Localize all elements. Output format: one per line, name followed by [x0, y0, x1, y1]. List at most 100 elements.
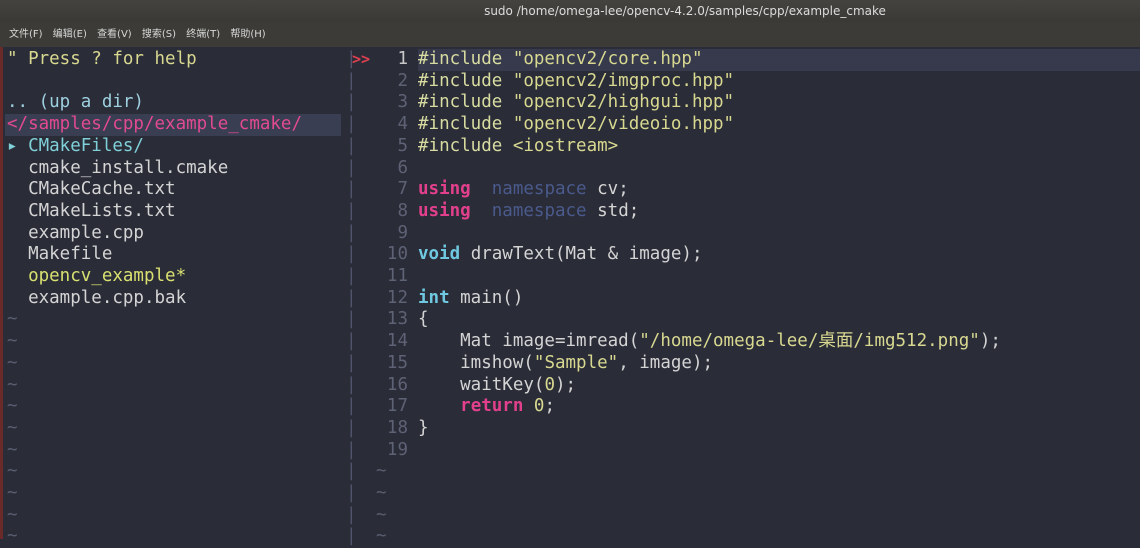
code-line[interactable]: #include "opencv2/highgui.hpp" — [418, 92, 734, 114]
empty-line-tilde: ~ — [7, 396, 18, 417]
tree-file-item[interactable]: Makefile — [7, 244, 112, 266]
code-line[interactable]: { — [418, 309, 429, 331]
empty-line-tilde: ~ — [376, 526, 387, 547]
pane-separator[interactable]: | — [346, 526, 357, 548]
code-line[interactable]: void drawText(Mat & image); — [418, 244, 702, 266]
code-token: main() — [449, 287, 524, 308]
tree-up-dir[interactable]: .. (up a dir) — [7, 92, 144, 114]
code-line[interactable]: Mat image=imread("/home/omega-lee/桌面/img… — [418, 331, 1001, 353]
code-line[interactable]: imshow("Sample", image); — [418, 353, 713, 375]
menu-file[interactable]: 文件(F) — [9, 29, 43, 40]
empty-line-tilde: ~ — [7, 526, 18, 547]
pane-separator[interactable]: | — [346, 331, 357, 353]
pane-separator[interactable]: | — [346, 418, 357, 440]
tree-file-item[interactable]: opencv_example* — [7, 266, 186, 288]
pane-separator[interactable]: | — [346, 266, 357, 288]
empty-line-tilde: ~ — [7, 374, 18, 395]
code-token: #include — [418, 114, 513, 135]
pane-separator[interactable]: | — [346, 375, 357, 397]
pane-separator[interactable]: | — [346, 92, 357, 114]
tree-file-item[interactable]: CMakeCache.txt — [7, 179, 176, 201]
line-number: 6 — [397, 157, 408, 178]
code-token: "opencv2/videoio.hpp" — [512, 114, 735, 135]
code-token: "opencv2/highgui.hpp" — [512, 92, 735, 113]
pane-separator[interactable]: | — [346, 114, 357, 136]
menu-edit[interactable]: 编辑(E) — [53, 29, 87, 40]
empty-line-tilde: ~ — [376, 461, 387, 482]
empty-line-tilde: ~ — [7, 461, 18, 482]
code-line[interactable]: #include <iostream> — [418, 136, 618, 158]
menu-search[interactable]: 搜索(S) — [142, 29, 176, 40]
pane-separator[interactable]: | — [346, 461, 357, 483]
code-line[interactable]: waitKey(0); — [418, 375, 576, 397]
pane-separator[interactable]: | — [346, 223, 357, 245]
code-token: #include — [418, 135, 513, 156]
pane-separator[interactable]: | — [346, 505, 357, 527]
pane-separator[interactable]: | — [346, 353, 357, 375]
tree-file-item[interactable]: example.cpp — [7, 223, 144, 245]
pane-separator[interactable]: | — [346, 71, 357, 93]
code-line[interactable]: using namespace cv; — [418, 179, 629, 201]
code-line[interactable]: int main() — [418, 288, 523, 310]
menu-view[interactable]: 查看(V) — [97, 29, 132, 40]
menu-help[interactable]: 帮助(H) — [230, 29, 265, 40]
window-title: sudo /home/omega-lee/opencv-4.2.0/sample… — [0, 0, 1140, 22]
empty-line-tilde: ~ — [376, 483, 387, 503]
pane-separator[interactable]: | — [346, 201, 357, 223]
menu-terminal[interactable]: 终端(T) — [186, 29, 220, 40]
code-token: ; — [544, 396, 556, 417]
line-number: 16 — [386, 374, 408, 395]
pane-separator[interactable]: | — [346, 136, 357, 158]
pane-separator[interactable]: | — [346, 396, 357, 418]
code-token: int — [418, 287, 450, 308]
pane-separator[interactable]: | — [346, 440, 357, 462]
line-number: 1 — [397, 49, 408, 69]
code-line[interactable]: #include "opencv2/imgproc.hpp" — [418, 71, 734, 93]
line-number: 17 — [386, 396, 408, 417]
code-token: Mat image=imread( — [418, 331, 640, 352]
pane-separator[interactable]: | — [346, 158, 357, 180]
empty-line-tilde: ~ — [7, 417, 18, 438]
tree-file-item[interactable]: cmake_install.cmake — [7, 158, 228, 180]
code-token: using — [418, 179, 471, 200]
pane-separator[interactable]: | — [346, 309, 357, 331]
code-token: 0 — [533, 396, 545, 417]
empty-line-tilde: ~ — [7, 331, 18, 352]
line-number: 11 — [386, 266, 408, 286]
line-number: 8 — [397, 200, 408, 221]
code-token: "opencv2/imgproc.hpp" — [512, 70, 735, 91]
tree-file-item[interactable]: example.cpp.bak — [7, 288, 186, 310]
code-line[interactable]: #include "opencv2/core.hpp" — [418, 49, 1140, 71]
code-token: "Sample" — [533, 352, 619, 373]
code-token: } — [418, 417, 429, 438]
pane-separator[interactable]: | — [346, 179, 357, 201]
code-token: ); — [554, 374, 577, 395]
tree-file-item[interactable]: CMakeLists.txt — [7, 201, 176, 223]
code-line[interactable]: using namespace std; — [418, 201, 639, 223]
tree-dir-item[interactable]: ▸ CMakeFiles/ — [7, 136, 144, 158]
code-line[interactable]: } — [418, 418, 429, 440]
code-line[interactable]: #include "opencv2/videoio.hpp" — [418, 114, 734, 136]
tree-current-dir[interactable]: </samples/cpp/example_cmake/ — [5, 114, 341, 136]
line-number: 5 — [397, 135, 408, 156]
code-token: ); — [979, 331, 1001, 352]
line-number: 9 — [397, 222, 408, 243]
code-token: <iostream> — [512, 135, 619, 156]
line-number: 13 — [386, 309, 408, 330]
line-number: 4 — [397, 114, 408, 135]
window-edge — [0, 0, 3, 539]
code-token: { — [418, 309, 429, 330]
pane-separator[interactable]: | — [346, 483, 357, 505]
pane-separator[interactable]: | — [346, 244, 357, 266]
empty-line-tilde: ~ — [7, 309, 18, 330]
line-number: 15 — [386, 352, 408, 373]
code-token: using — [418, 200, 471, 221]
code-token: , image); — [618, 352, 714, 373]
pane-separator[interactable]: | — [346, 288, 357, 310]
code-line[interactable]: return 0; — [418, 396, 555, 418]
empty-line-tilde: ~ — [7, 352, 18, 373]
code-token: #include — [418, 49, 513, 69]
line-number: 19 — [386, 439, 408, 460]
